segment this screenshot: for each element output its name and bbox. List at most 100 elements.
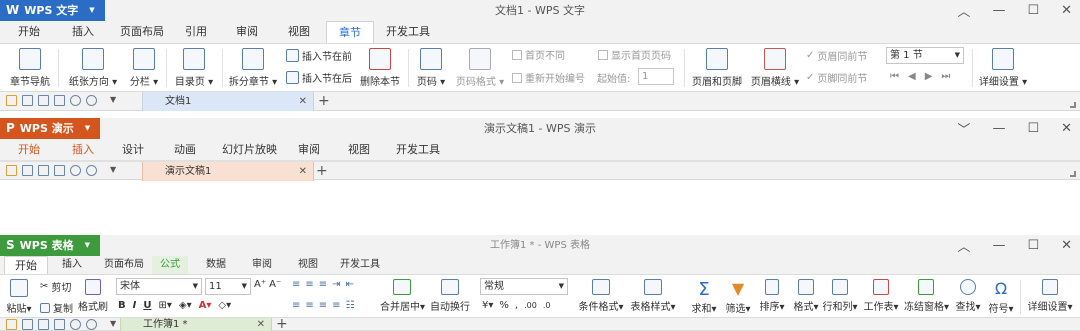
bold-icon[interactable]: B	[118, 300, 126, 311]
justify-icon[interactable]: ≡	[332, 300, 340, 311]
writer-doc-tab[interactable]: 文档1 ✕	[142, 92, 314, 111]
collapse-ribbon-icon[interactable]: ﹀	[957, 119, 970, 138]
next-section-icon[interactable]: ▶	[925, 71, 933, 82]
print-preview-icon[interactable]	[54, 319, 65, 330]
redo-icon[interactable]	[86, 319, 97, 330]
distribute-icon[interactable]: ☷	[346, 300, 355, 311]
border-icon[interactable]: ⊞▾	[158, 300, 171, 311]
presentation-doc-tab[interactable]: 演示文稿1 ✕	[142, 162, 314, 181]
decrease-decimal-icon[interactable]: .0	[543, 301, 551, 310]
open-icon[interactable]	[6, 95, 17, 106]
shrink-font-icon[interactable]: A⁻	[269, 279, 281, 290]
minimize-icon[interactable]: —	[992, 238, 1005, 253]
prev-section-icon[interactable]: ◀	[908, 71, 916, 82]
paste-button[interactable]: 粘贴▾	[4, 277, 34, 315]
qat-dropdown-icon[interactable]: ▼	[110, 165, 116, 176]
open-icon[interactable]	[6, 319, 17, 330]
tab-page-layout[interactable]: 页面布局	[96, 256, 152, 274]
font-color-icon[interactable]: A▾	[199, 300, 212, 311]
first-page-different-checkbox[interactable]: 首页不同	[512, 47, 565, 62]
currency-icon[interactable]: ¥▾	[482, 300, 493, 311]
header-same-as-previous[interactable]: ✓ 页眉同前节	[806, 48, 867, 63]
close-tab-icon[interactable]: ✕	[257, 318, 265, 331]
header-line-button[interactable]: 页眉横线 ▾	[750, 46, 800, 88]
format-painter-button[interactable]: 格式刷	[76, 277, 110, 313]
page-number-format-button[interactable]: 页码格式 ▾	[452, 46, 508, 88]
tab-start[interactable]: 开始	[10, 21, 48, 43]
maximize-icon[interactable]: ☐	[1027, 121, 1039, 136]
print-preview-icon[interactable]	[54, 165, 65, 176]
sum-button[interactable]: Σ 求和▾	[688, 277, 720, 315]
save-icon[interactable]	[22, 95, 33, 106]
tab-insert[interactable]: 插入	[64, 21, 102, 43]
tab-data[interactable]: 数据	[198, 256, 234, 274]
tab-references[interactable]: 引用	[177, 21, 215, 43]
tab-design[interactable]: 设计	[114, 139, 152, 161]
close-icon[interactable]: ✕	[1061, 238, 1072, 253]
qat-dropdown-icon[interactable]: ▼	[110, 319, 116, 330]
align-bottom-icon[interactable]: ≡	[319, 279, 327, 290]
page-orientation-button[interactable]: 纸张方向 ▾	[66, 46, 120, 88]
italic-icon[interactable]: I	[133, 300, 137, 311]
save-icon[interactable]	[22, 319, 33, 330]
close-tab-icon[interactable]: ✕	[299, 162, 307, 181]
tab-review[interactable]: 审阅	[290, 139, 328, 161]
new-tab-icon[interactable]: +	[316, 162, 328, 181]
merge-center-button[interactable]: 合并居中▾	[380, 277, 425, 313]
undo-icon[interactable]	[70, 95, 81, 106]
redo-icon[interactable]	[86, 95, 97, 106]
tab-animation[interactable]: 动画	[166, 139, 204, 161]
outdent-icon[interactable]: ⇤	[346, 279, 354, 290]
save-icon[interactable]	[22, 165, 33, 176]
clear-format-icon[interactable]: ◇▾	[218, 300, 231, 311]
align-left-icon[interactable]: ≡	[292, 300, 300, 311]
fill-color-icon[interactable]: ◈▾	[179, 300, 192, 311]
sort-button[interactable]: 排序▾	[756, 277, 788, 313]
undo-icon[interactable]	[70, 165, 81, 176]
toc-page-button[interactable]: 目录页 ▾	[172, 46, 216, 88]
minimize-icon[interactable]: —	[992, 3, 1005, 18]
detail-settings-button[interactable]: 详细设置 ▾	[978, 46, 1028, 88]
insert-section-after-button[interactable]: 插入节在后	[286, 70, 352, 85]
header-footer-button[interactable]: 页眉和页脚	[690, 46, 744, 88]
print-preview-icon[interactable]	[54, 95, 65, 106]
maximize-icon[interactable]: ☐	[1027, 3, 1039, 18]
start-value-input[interactable]: 1	[638, 68, 674, 85]
last-section-icon[interactable]: ⏭	[941, 71, 950, 82]
tab-view[interactable]: 视图	[340, 139, 378, 161]
insert-section-before-button[interactable]: 插入节在前	[286, 48, 352, 63]
align-center-icon[interactable]: ≡	[305, 300, 313, 311]
close-icon[interactable]: ✕	[1061, 3, 1072, 18]
tab-formulas[interactable]: 公式	[152, 256, 188, 274]
row-column-button[interactable]: 行和列▾	[822, 277, 858, 313]
close-tab-icon[interactable]: ✕	[299, 92, 307, 111]
print-icon[interactable]	[38, 95, 49, 106]
filter-button[interactable]: ▼ 筛选▾	[722, 277, 754, 315]
undo-icon[interactable]	[70, 319, 81, 330]
first-section-icon[interactable]: ⏮	[890, 71, 899, 82]
print-icon[interactable]	[38, 165, 49, 176]
tab-start[interactable]: 开始	[4, 256, 48, 275]
section-nav-button[interactable]: 章节导航	[8, 46, 52, 88]
tab-page-layout[interactable]: 页面布局	[112, 21, 172, 43]
spreadsheet-doc-tab[interactable]: 工作簿1 * ✕	[120, 318, 272, 331]
tab-view[interactable]: 视图	[290, 256, 326, 274]
font-name-select[interactable]: 宋体 ▼	[116, 278, 202, 295]
tab-sections[interactable]: 章节	[326, 21, 374, 43]
show-first-page-number-checkbox[interactable]: 显示首页页码	[598, 47, 671, 62]
grow-font-icon[interactable]: A⁺	[254, 279, 266, 290]
new-tab-icon[interactable]: +	[318, 92, 330, 111]
detail-settings-button[interactable]: 详细设置▾	[1026, 277, 1074, 313]
close-icon[interactable]: ✕	[1061, 121, 1072, 136]
tab-slideshow[interactable]: 幻灯片放映	[214, 139, 285, 161]
restart-numbering-checkbox[interactable]: 重新开始编号	[512, 70, 585, 85]
redo-icon[interactable]	[86, 165, 97, 176]
table-style-button[interactable]: 表格样式▾	[628, 277, 678, 313]
open-icon[interactable]	[6, 165, 17, 176]
tab-insert[interactable]: 插入	[64, 139, 102, 161]
tab-developer[interactable]: 开发工具	[378, 21, 438, 43]
symbol-button[interactable]: Ω 符号▾	[986, 277, 1016, 315]
format-button[interactable]: 格式▾	[790, 277, 822, 313]
tab-developer[interactable]: 开发工具	[332, 256, 388, 274]
maximize-icon[interactable]: ☐	[1027, 238, 1039, 253]
